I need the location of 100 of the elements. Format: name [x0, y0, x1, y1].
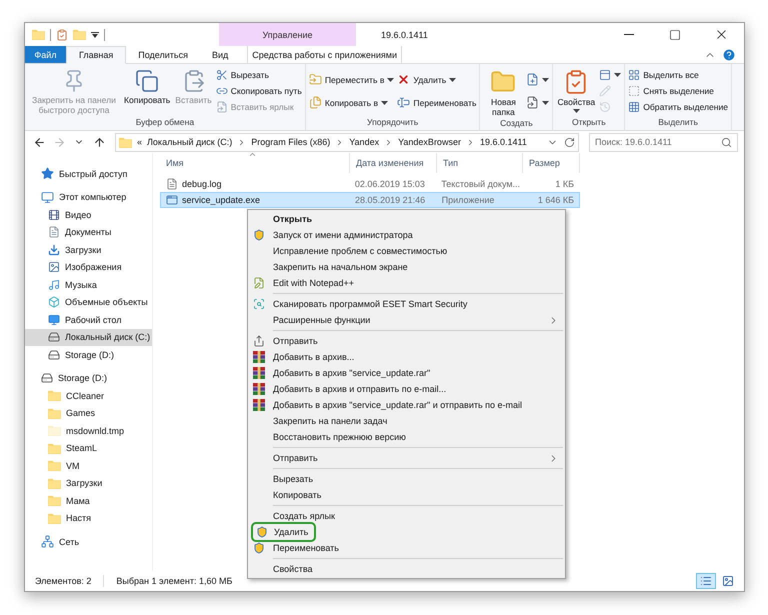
nav-item[interactable]: CCleaner [25, 387, 152, 404]
ribbon-tab[interactable]: Поделиться [126, 46, 200, 63]
rename-icon [397, 96, 410, 109]
shield-icon [253, 542, 265, 554]
caret-icon[interactable] [91, 32, 99, 38]
nav-item[interactable]: Локальный диск (C:) [25, 328, 152, 346]
breadcrumb[interactable]: 19.6.0.1411 [480, 137, 527, 147]
nav-item[interactable]: Storage (D:) [25, 346, 152, 364]
menu-item[interactable]: Свойства [250, 561, 563, 577]
menu-item[interactable]: Расширенные функции [250, 312, 563, 328]
ribbon-button[interactable]: Выделить все [628, 67, 728, 82]
menu-item[interactable]: Вырезать [250, 471, 563, 487]
drive-icon [48, 331, 60, 344]
folder-icon [32, 29, 45, 40]
ribbon-button[interactable]: Снять выделение [628, 83, 728, 98]
nav-item[interactable]: Объемные объекты [25, 294, 152, 311]
ribbon-button[interactable]: Копировать в [308, 95, 394, 110]
back-icon [32, 136, 46, 148]
ribbon-tab[interactable]: Файл [25, 46, 66, 63]
search-field[interactable]: Поиск: 19.6.0.1411 [589, 132, 738, 152]
address-field[interactable]: « Локальный диск (C:) Program Files (x86) Yandex YandexBrowser 19.6.0.1411 [115, 132, 579, 152]
breadcrumb[interactable]: Локальный диск (C:) [147, 137, 232, 147]
nav-item[interactable]: Документы [25, 224, 152, 241]
ribbon-button[interactable]: Новая папка [483, 67, 524, 117]
table-cell: service_update.exe [182, 195, 260, 205]
video-icon [48, 208, 60, 221]
nav-item[interactable]: Games [25, 404, 152, 422]
ribbon-tab[interactable]: Вид [200, 46, 240, 63]
ribbon-button[interactable]: Скопировать путь [216, 83, 302, 98]
files-icon [308, 96, 322, 109]
nav-item[interactable]: Видео [25, 206, 152, 224]
table-cell: 1 КБ [555, 179, 574, 189]
menu-item[interactable]: Закрепить на начальном экране [250, 259, 563, 275]
up-icon [92, 136, 106, 148]
breadcrumb[interactable]: YandexBrowser [398, 137, 461, 147]
star-icon [41, 167, 54, 180]
file-row[interactable]: service_update.exe 28.05.2019 21:46 Приложение 1 646 КБ [160, 192, 580, 208]
breadcrumb[interactable]: Yandex [349, 137, 380, 147]
ribbon-button[interactable] [599, 67, 622, 82]
ribbon-button[interactable] [526, 72, 550, 87]
menu-item[interactable]: Исправление проблем с совместимостью [250, 243, 563, 259]
forward-icon [52, 136, 66, 148]
breadcrumb[interactable]: Program Files (x86) [251, 137, 330, 147]
ribbon-button[interactable]: Свойства [556, 67, 596, 113]
menu-item[interactable]: Запуск от имени администратора [250, 227, 563, 243]
column-header[interactable]: Размер [529, 158, 560, 168]
nav-item[interactable]: Мама [25, 492, 152, 510]
menu-item[interactable]: Восстановить прежнюю версию [250, 429, 563, 445]
menu-item[interactable]: Edit with Notepad++ [250, 275, 563, 291]
nav-item[interactable]: Быстрый доступ [25, 165, 152, 182]
menu-item[interactable]: Открыть [250, 211, 563, 227]
overflow-chevron[interactable]: « [137, 137, 142, 147]
copy-icon [135, 69, 160, 93]
nav-item[interactable]: Этот компьютер [25, 188, 152, 206]
ribbon-button[interactable]: Переименовать [397, 95, 476, 110]
column-header[interactable]: Имя [166, 158, 184, 168]
column-header[interactable]: Дата изменения [356, 158, 424, 168]
nav-item[interactable]: msdownld.tmp [25, 422, 152, 440]
menu-item[interactable]: Создать ярлык [250, 508, 563, 524]
ribbon-button[interactable] [526, 95, 550, 110]
ribbon-button[interactable]: Удалить [397, 72, 476, 87]
column-header[interactable]: Тип [443, 158, 458, 168]
menu-item[interactable]: Переименовать [250, 540, 563, 556]
edit-icon [599, 84, 612, 96]
menu-item[interactable]: Добавить в архив... [250, 349, 563, 365]
ribbon-button[interactable]: Копировать [123, 67, 172, 105]
menu-item[interactable]: Копировать [250, 487, 563, 503]
menu-item[interactable]: Добавить в архив и отправить по e-mail... [250, 381, 563, 397]
caret-icon [387, 78, 394, 82]
menu-item[interactable]: Отправить [250, 450, 563, 466]
nav-item[interactable]: Загрузки [25, 474, 152, 492]
menu-item[interactable]: Закрепить на панели задач [250, 413, 563, 429]
file-row[interactable]: debug.log 02.06.2019 15:03 Текстовый докум... 1 КБ [160, 176, 580, 192]
ribbon-tab[interactable]: Средства работы с приложениями [247, 46, 402, 63]
menu-item[interactable]: Сканировать программой ESET Smart Security [250, 296, 563, 312]
ribbon-tab[interactable]: Главная [66, 46, 126, 64]
help-icon [722, 48, 736, 62]
details-view-button[interactable] [696, 573, 716, 589]
history-icon [599, 100, 612, 112]
caret-icon [572, 109, 580, 113]
minimize-icon [624, 34, 634, 35]
nav-item[interactable]: Storage (D:) [25, 370, 152, 387]
nav-item[interactable]: Рабочий стол [25, 311, 152, 328]
menu-item[interactable]: Удалить [251, 522, 316, 542]
nav-item[interactable]: Изображения [25, 258, 152, 276]
nav-item[interactable]: Загрузки [25, 241, 152, 258]
menu-item[interactable]: Добавить в архив "service_update.rar" [250, 365, 563, 381]
nav-item[interactable]: Настя [25, 510, 152, 527]
menu-item[interactable]: Добавить в архив "service_update.rar" и отправить по e-mail [250, 397, 563, 413]
nav-item[interactable]: Сеть [25, 533, 152, 550]
nav-item[interactable]: VM [25, 457, 152, 474]
table-cell: Приложение [442, 195, 494, 205]
share-icon [253, 335, 265, 347]
ribbon-button[interactable]: Обратить выделение [628, 99, 728, 114]
ribbon-button[interactable]: Вырезать [216, 67, 302, 82]
nav-item[interactable]: SteamL [25, 440, 152, 457]
ribbon-button[interactable]: Переместить в [308, 72, 394, 87]
caret-icon [542, 100, 550, 104]
menu-item[interactable]: Отправить [250, 333, 563, 349]
nav-item[interactable]: Музыка [25, 276, 152, 294]
